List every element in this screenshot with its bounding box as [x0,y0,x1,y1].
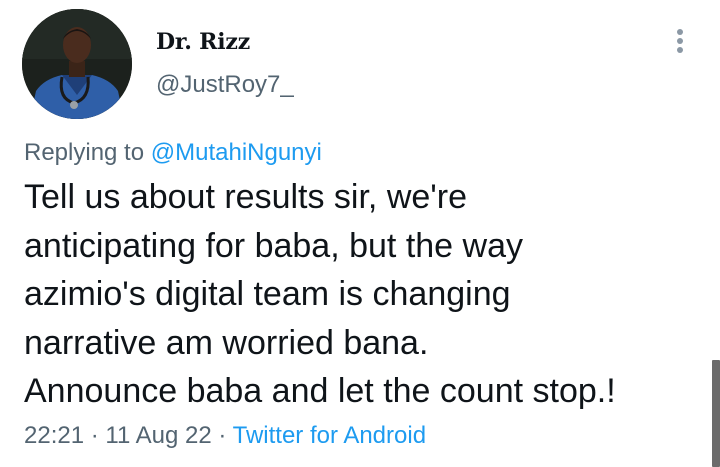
tweet-meta: 22:21 · 11 Aug 22 · Twitter for Android [24,422,426,450]
replying-to: Replying to @MutahiNgunyi [24,139,322,167]
avatar[interactable] [22,9,132,119]
more-dot [677,29,683,35]
avatar-photo [22,9,132,119]
user-handle[interactable]: @JustRoy7_ [156,71,294,99]
meta-separator: · [84,422,106,449]
tweet-card: Dr. Rizz @JustRoy7_ Replying to @MutahiN… [0,0,720,467]
tweet-date[interactable]: 11 Aug 22 [105,422,211,449]
tweet-text: Tell us about results sir, we're anticip… [24,178,616,410]
replying-to-label: Replying to [24,139,151,166]
tweet-source-link[interactable]: Twitter for Android [233,422,426,449]
display-name[interactable]: Dr. Rizz [156,29,250,55]
scrollbar[interactable] [712,360,720,467]
more-vertical-icon[interactable] [670,26,690,56]
reply-mention-link[interactable]: @MutahiNgunyi [151,139,322,166]
more-dot [677,47,683,53]
meta-separator: · [211,422,233,449]
more-dot [677,38,683,44]
tweet-time[interactable]: 22:21 [24,422,84,449]
